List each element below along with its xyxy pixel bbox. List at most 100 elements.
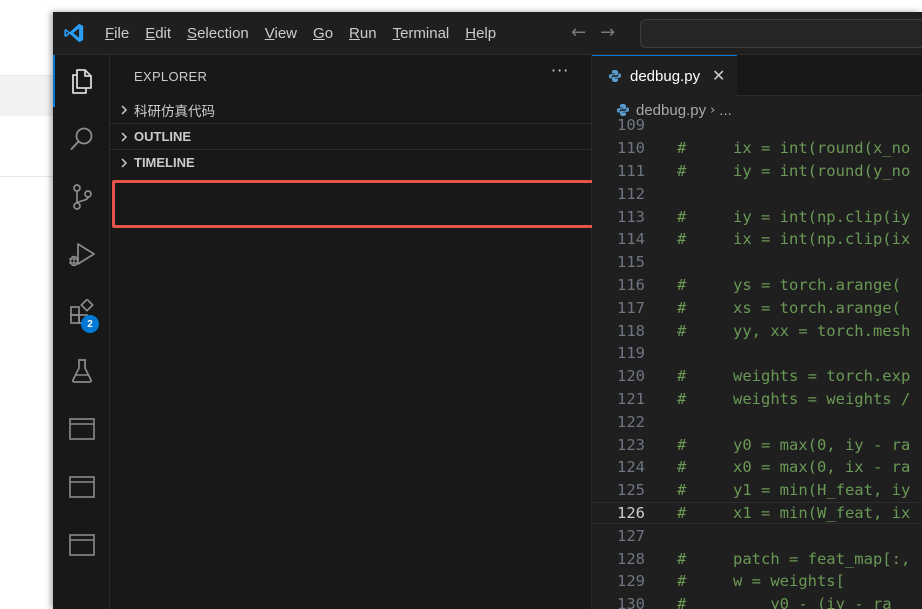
forward-arrow-icon[interactable]: →	[600, 22, 615, 44]
code-line[interactable]: 130 # y0 - (iy - ra	[592, 593, 922, 609]
menu-help[interactable]: Help	[457, 12, 504, 55]
line-number: 123	[617, 435, 645, 454]
line-number: 124	[617, 458, 645, 477]
code-line[interactable]: 115	[592, 251, 922, 274]
code-text: # iy = int(np.clip(iy	[677, 207, 911, 226]
menu-go[interactable]: Go	[305, 12, 341, 55]
line-number: 117	[617, 298, 645, 317]
code-line[interactable]: 120 # weights = torch.exp	[592, 365, 922, 388]
background-header	[0, 0, 60, 76]
chevron-right-icon	[121, 157, 128, 168]
chevron-right-icon	[121, 105, 128, 115]
python-file-icon	[609, 70, 621, 82]
extensions-badge: 2	[81, 315, 99, 333]
activity-run-debug[interactable]	[53, 229, 110, 281]
menu-run[interactable]: Run	[341, 12, 385, 55]
code-text: # weights = weights /	[677, 389, 911, 408]
activity-testing[interactable]	[53, 345, 110, 397]
line-number: 126	[617, 503, 645, 522]
menu-view[interactable]: View	[257, 12, 305, 55]
menu-selection[interactable]: Selection	[179, 12, 257, 55]
activity-search[interactable]	[53, 113, 110, 165]
navigation-arrows: ← →	[571, 22, 615, 44]
code-line[interactable]: 113 # iy = int(np.clip(iy	[592, 205, 922, 228]
title-bar: File Edit Selection View Go Run Terminal…	[53, 12, 922, 55]
code-line[interactable]: 121 # weights = weights /	[592, 388, 922, 411]
source-control-icon	[72, 184, 92, 210]
code-line[interactable]: 117 # xs = torch.arange(	[592, 296, 922, 319]
activity-extensions[interactable]: 2	[53, 287, 110, 339]
testing-icon	[71, 359, 92, 383]
code-text: # ys = torch.arange(	[677, 275, 901, 294]
line-number: 110	[617, 139, 645, 158]
activity-panel-1[interactable]	[53, 403, 110, 455]
code-line[interactable]: 123 # y0 = max(0, iy - ra	[592, 433, 922, 456]
explorer-sidebar: EXPLORER ··· 科研仿真代码 OUTLINE TIMELINE	[110, 55, 598, 609]
line-number: 119	[617, 344, 645, 363]
menu-terminal[interactable]: Terminal	[385, 12, 458, 55]
code-text: # xs = torch.arange(	[677, 298, 901, 317]
line-number: 128	[617, 549, 645, 568]
line-number: 120	[617, 367, 645, 386]
line-number: 125	[617, 481, 645, 500]
code-line[interactable]: 112	[592, 182, 922, 205]
line-number: 109	[617, 116, 645, 135]
section-outline[interactable]: OUTLINE	[110, 123, 592, 149]
code-line[interactable]: 127	[592, 524, 922, 547]
panel-icon	[68, 476, 95, 498]
code-line[interactable]: 110 # ix = int(round(x_no	[592, 137, 922, 160]
run-debug-icon	[68, 243, 95, 267]
line-number: 111	[617, 161, 645, 180]
panel-icon	[68, 534, 95, 556]
section-workspace-folder[interactable]: 科研仿真代码	[110, 97, 592, 123]
code-line[interactable]: 116 # ys = torch.arange(	[592, 274, 922, 297]
code-line[interactable]: 122	[592, 410, 922, 433]
activity-source-control[interactable]	[53, 171, 110, 223]
menu-edit[interactable]: Edit	[137, 12, 179, 55]
line-number: 112	[617, 184, 645, 203]
vscode-logo-icon[interactable]	[63, 22, 85, 44]
code-line[interactable]: 128 # patch = feat_map[:,	[592, 547, 922, 570]
code-line[interactable]: 118 # yy, xx = torch.mesh	[592, 319, 922, 342]
code-text: # y0 - (iy - ra	[677, 595, 892, 609]
background-divider	[0, 176, 60, 177]
activity-panel-2[interactable]	[53, 461, 110, 513]
sidebar-title: EXPLORER	[134, 69, 208, 84]
back-arrow-icon[interactable]: ←	[571, 22, 586, 44]
command-center-search[interactable]	[640, 19, 922, 48]
activity-panel-3[interactable]	[53, 519, 110, 571]
section-label: OUTLINE	[134, 129, 192, 144]
section-timeline[interactable]: TIMELINE	[110, 149, 592, 175]
code-line[interactable]: 129 # w = weights[	[592, 570, 922, 593]
line-number: 127	[617, 526, 645, 545]
line-number: 116	[617, 275, 645, 294]
line-number: 121	[617, 389, 645, 408]
search-icon	[70, 127, 92, 150]
line-number: 114	[617, 230, 645, 249]
code-line[interactable]: 126 # x1 = min(W_feat, ix	[592, 501, 922, 525]
panel-icon	[68, 418, 95, 440]
code-line[interactable]: 111 # iy = int(round(y_no	[592, 160, 922, 183]
chevron-right-icon	[121, 131, 128, 142]
menu-file[interactable]: File	[97, 12, 137, 55]
code-line[interactable]: 109	[592, 114, 922, 137]
code-line[interactable]: 124 # x0 = max(0, ix - ra	[592, 456, 922, 479]
tab-label: dedbug.py	[630, 67, 701, 85]
close-icon[interactable]: ✕	[712, 66, 725, 85]
activity-explorer[interactable]	[53, 55, 110, 107]
code-line[interactable]: 119	[592, 342, 922, 365]
vscode-window: File Edit Selection View Go Run Terminal…	[53, 12, 922, 609]
line-number: 129	[617, 572, 645, 591]
line-number: 122	[617, 412, 645, 431]
line-number: 118	[617, 321, 645, 340]
code-line[interactable]: 125 # y1 = min(H_feat, iy	[592, 479, 922, 502]
code-line[interactable]: 114 # ix = int(np.clip(ix	[592, 228, 922, 251]
menu-bar: File Edit Selection View Go Run Terminal…	[97, 12, 504, 55]
code-text: # weights = torch.exp	[677, 367, 911, 386]
code-text: # x0 = max(0, ix - ra	[677, 458, 911, 477]
background-selected-row	[0, 76, 60, 116]
code-text: # ix = int(round(x_no	[677, 139, 911, 158]
code-text: # w = weights[	[677, 572, 845, 591]
more-actions-icon[interactable]: ···	[551, 61, 569, 80]
tab-dedbug-py[interactable]: dedbug.py ✕	[592, 55, 737, 96]
